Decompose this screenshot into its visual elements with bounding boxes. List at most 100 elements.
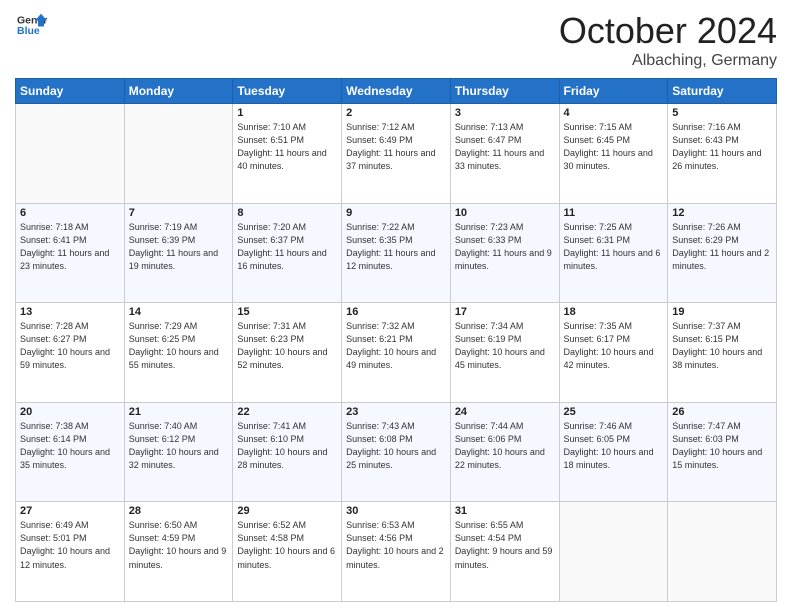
day-number: 21 [129,406,229,418]
sunset-text: Sunset: 6:08 PM [346,434,413,444]
day-info: Sunrise: 6:49 AMSunset: 5:01 PMDaylight:… [20,519,120,571]
day-info: Sunrise: 7:12 AMSunset: 6:49 PMDaylight:… [346,121,446,173]
table-row: 29Sunrise: 6:52 AMSunset: 4:58 PMDayligh… [233,502,342,602]
table-row [668,502,777,602]
sunrise-text: Sunrise: 7:18 AM [20,222,89,232]
daylight-text: Daylight: 10 hours and 35 minutes. [20,447,110,470]
day-info: Sunrise: 6:52 AMSunset: 4:58 PMDaylight:… [237,519,337,571]
daylight-text: Daylight: 10 hours and 2 minutes. [346,546,444,569]
daylight-text: Daylight: 11 hours and 33 minutes. [455,148,544,171]
day-number: 25 [564,406,664,418]
calendar-week-3: 13 Sunrise: 7:28 AMSunset: 6:27 PMDayligh… [16,303,777,403]
daylight-text: Daylight: 10 hours and 52 minutes. [237,347,327,370]
daylight-text: Daylight: 11 hours and 16 minutes. [237,248,326,271]
day-number: 1 [237,107,337,119]
sunset-text: Sunset: 6:39 PM [129,235,196,245]
sunset-text: Sunset: 6:41 PM [20,235,87,245]
sunrise-text: Sunrise: 7:15 AM [564,122,633,132]
day-info: Sunrise: 7:10 AMSunset: 6:51 PMDaylight:… [237,121,337,173]
table-row: 3Sunrise: 7:13 AMSunset: 6:47 PMDaylight… [450,104,559,204]
sunset-text: Sunset: 6:15 PM [672,334,739,344]
sunrise-text: Sunrise: 7:46 AM [564,421,633,431]
table-row: 24Sunrise: 7:44 AMSunset: 6:06 PMDayligh… [450,402,559,502]
sunset-text: Sunset: 6:29 PM [672,235,739,245]
sunrise-text: Sunrise: 7:34 AM [455,321,524,331]
table-row: 18Sunrise: 7:35 AMSunset: 6:17 PMDayligh… [559,303,668,403]
day-number: 12 [672,207,772,219]
table-row: 8Sunrise: 7:20 AMSunset: 6:37 PMDaylight… [233,203,342,303]
table-row [559,502,668,602]
day-info: Sunrise: 7:44 AMSunset: 6:06 PMDaylight:… [455,420,555,472]
table-row: 7Sunrise: 7:19 AMSunset: 6:39 PMDaylight… [124,203,233,303]
sunset-text: Sunset: 6:35 PM [346,235,413,245]
calendar-week-5: 27 Sunrise: 6:49 AMSunset: 5:01 PMDayligh… [16,502,777,602]
calendar-header-row: Sunday Monday Tuesday Wednesday Thursday… [16,79,777,104]
table-row [16,104,125,204]
col-wednesday: Wednesday [342,79,451,104]
sunrise-text: Sunrise: 7:28 AM [20,321,89,331]
col-tuesday: Tuesday [233,79,342,104]
table-row: 10Sunrise: 7:23 AMSunset: 6:33 PMDayligh… [450,203,559,303]
sunrise-text: Sunrise: 7:25 AM [564,222,633,232]
sunset-text: Sunset: 6:14 PM [20,434,87,444]
day-number: 6 [20,207,120,219]
sunset-text: Sunset: 5:01 PM [20,533,87,543]
day-number: 27 [20,505,120,517]
day-info: Sunrise: 7:43 AMSunset: 6:08 PMDaylight:… [346,420,446,472]
day-info: Sunrise: 7:40 AMSunset: 6:12 PMDaylight:… [129,420,229,472]
sunset-text: Sunset: 6:17 PM [564,334,631,344]
daylight-text: Daylight: 11 hours and 6 minutes. [564,248,661,271]
daylight-text: Daylight: 10 hours and 32 minutes. [129,447,219,470]
table-row: 22Sunrise: 7:41 AMSunset: 6:10 PMDayligh… [233,402,342,502]
day-number: 26 [672,406,772,418]
sunrise-text: Sunrise: 7:32 AM [346,321,415,331]
day-info: Sunrise: 7:20 AMSunset: 6:37 PMDaylight:… [237,221,337,273]
daylight-text: Daylight: 11 hours and 12 minutes. [346,248,435,271]
day-info: Sunrise: 7:28 AMSunset: 6:27 PMDaylight:… [20,320,120,372]
sunset-text: Sunset: 6:45 PM [564,135,631,145]
day-number: 13 [20,306,120,318]
sunset-text: Sunset: 4:56 PM [346,533,413,543]
day-number: 20 [20,406,120,418]
table-row: 2Sunrise: 7:12 AMSunset: 6:49 PMDaylight… [342,104,451,204]
sunrise-text: Sunrise: 7:12 AM [346,122,415,132]
month-title: October 2024 [559,10,777,52]
day-info: Sunrise: 7:37 AMSunset: 6:15 PMDaylight:… [672,320,772,372]
calendar-week-4: 20Sunrise: 7:38 AMSunset: 6:14 PMDayligh… [16,402,777,502]
day-number: 14 [129,306,229,318]
sunrise-text: Sunrise: 7:20 AM [237,222,306,232]
calendar-week-1: 1 Sunrise: 7:10 AMSunset: 6:51 PMDaylight… [16,104,777,204]
table-row: 6Sunrise: 7:18 AMSunset: 6:41 PMDaylight… [16,203,125,303]
day-number: 10 [455,207,555,219]
daylight-text: Daylight: 11 hours and 40 minutes. [237,148,326,171]
daylight-text: Daylight: 11 hours and 2 minutes. [672,248,769,271]
table-row: 13 Sunrise: 7:28 AMSunset: 6:27 PMDayligh… [16,303,125,403]
day-number: 4 [564,107,664,119]
sunset-text: Sunset: 6:10 PM [237,434,304,444]
sunrise-text: Sunrise: 6:52 AM [237,520,306,530]
daylight-text: Daylight: 10 hours and 59 minutes. [20,347,110,370]
sunset-text: Sunset: 6:21 PM [346,334,413,344]
daylight-text: Daylight: 10 hours and 18 minutes. [564,447,654,470]
sunrise-text: Sunrise: 7:29 AM [129,321,198,331]
sunrise-text: Sunrise: 6:55 AM [455,520,524,530]
sunset-text: Sunset: 6:23 PM [237,334,304,344]
sunset-text: Sunset: 4:54 PM [455,533,522,543]
sunset-text: Sunset: 6:51 PM [237,135,304,145]
sunset-text: Sunset: 6:19 PM [455,334,522,344]
sunset-text: Sunset: 6:03 PM [672,434,739,444]
day-number: 30 [346,505,446,517]
day-number: 18 [564,306,664,318]
sunset-text: Sunset: 6:31 PM [564,235,631,245]
sunrise-text: Sunrise: 7:19 AM [129,222,198,232]
header: General Blue October 2024 Albaching, Ger… [15,10,777,70]
location: Albaching, Germany [559,52,777,70]
table-row: 15Sunrise: 7:31 AMSunset: 6:23 PMDayligh… [233,303,342,403]
sunrise-text: Sunrise: 7:43 AM [346,421,415,431]
sunrise-text: Sunrise: 7:35 AM [564,321,633,331]
table-row: 16Sunrise: 7:32 AMSunset: 6:21 PMDayligh… [342,303,451,403]
col-thursday: Thursday [450,79,559,104]
table-row: 17Sunrise: 7:34 AMSunset: 6:19 PMDayligh… [450,303,559,403]
day-info: Sunrise: 7:41 AMSunset: 6:10 PMDaylight:… [237,420,337,472]
table-row: 25Sunrise: 7:46 AMSunset: 6:05 PMDayligh… [559,402,668,502]
